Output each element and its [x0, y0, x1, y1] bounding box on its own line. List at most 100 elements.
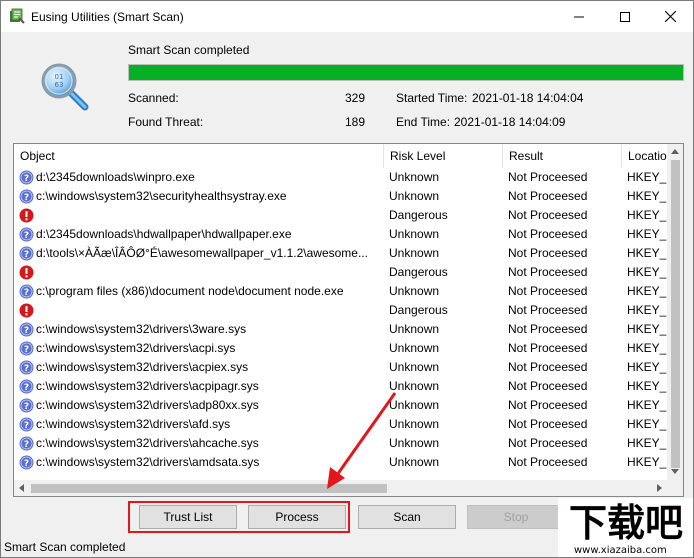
cell-location: HKEY_	[627, 341, 667, 355]
table-row[interactable]: ? c:\windows\system32\drivers\adp80xx.sys…	[14, 396, 671, 415]
scan-button[interactable]: Scan	[358, 505, 456, 529]
cell-result: Not Proceesed	[508, 189, 588, 203]
scroll-left-icon[interactable]	[19, 484, 24, 492]
end-time-label: End Time:	[396, 115, 451, 129]
column-header-risk-level[interactable]: Risk Level	[384, 144, 503, 168]
table-row[interactable]: ? c:\windows\system32\drivers\3ware.sys Un…	[14, 320, 671, 339]
table-row[interactable]: ? c:\program files (x86)\document node\do…	[14, 282, 671, 301]
table-row[interactable]: ? c:\windows\system32\drivers\acpi.sys Unk…	[14, 339, 671, 358]
cell-result: Not Proceesed	[508, 322, 588, 336]
scanned-value: 329	[344, 91, 365, 105]
cell-object: d:\2345downloads\hdwallpaper\hdwallpaper…	[36, 227, 292, 241]
cell-result: Not Proceesed	[508, 341, 588, 355]
title-bar[interactable]: Eusing Utilities (Smart Scan)	[1, 1, 693, 32]
cell-risk-level: Unknown	[389, 360, 440, 374]
window-title: Eusing Utilities (Smart Scan)	[31, 10, 184, 24]
cell-risk-level: Dangerous	[389, 303, 448, 317]
table-row[interactable]: Dangerous Not Proceesed HKEY_	[14, 263, 671, 282]
scroll-up-icon[interactable]	[671, 149, 679, 154]
table-row[interactable]: ? c:\windows\system32\drivers\acpiex.sys U…	[14, 358, 671, 377]
cell-result: Not Proceesed	[508, 246, 588, 260]
cell-risk-level: Unknown	[389, 284, 440, 298]
scan-status-title: Smart Scan completed	[128, 43, 250, 57]
results-table[interactable]: Object Risk Level Result Locatio ? d:\234…	[13, 143, 684, 497]
table-row[interactable]: ? c:\windows\system32\drivers\ahcache.sys…	[14, 434, 671, 453]
cell-location: HKEY_	[627, 303, 667, 317]
cell-object: c:\windows\system32\drivers\amdsata.sys	[36, 455, 260, 469]
maximize-button[interactable]	[602, 1, 648, 32]
cell-object: c:\windows\system32\drivers\afd.sys	[36, 417, 231, 431]
cell-result: Not Proceesed	[508, 417, 588, 431]
cell-result: Not Proceesed	[508, 208, 588, 222]
cell-object: c:\windows\system32\drivers\acpiex.sys	[36, 360, 249, 374]
svg-text:?: ?	[24, 345, 29, 355]
horizontal-scrollbar[interactable]	[14, 480, 667, 496]
table-row[interactable]: ? c:\windows\system32\drivers\amdsata.sys…	[14, 453, 671, 472]
cell-risk-level: Unknown	[389, 379, 440, 393]
svg-text:?: ?	[24, 231, 29, 241]
vertical-scrollbar[interactable]	[667, 144, 683, 480]
svg-text:?: ?	[24, 326, 29, 336]
cell-object: c:\windows\system32\drivers\acpipagr.sys	[36, 379, 259, 393]
minimize-button[interactable]	[556, 1, 602, 32]
cell-object	[36, 206, 381, 225]
cell-result: Not Proceesed	[508, 436, 588, 450]
column-header-object[interactable]: Object	[14, 144, 384, 168]
cell-location: HKEY_	[627, 208, 667, 222]
status-bar-text: Smart Scan completed	[4, 540, 126, 554]
cell-risk-level: Unknown	[389, 436, 440, 450]
cell-location: HKEY_	[627, 246, 667, 260]
cell-object: c:\program files (x86)\document node\doc…	[36, 284, 344, 298]
magnifier-scan-icon: 01 63	[41, 63, 89, 111]
svg-text:?: ?	[24, 288, 29, 298]
table-row[interactable]: ? c:\windows\system32\drivers\acpipagr.sy…	[14, 377, 671, 396]
info-icon: ?	[19, 398, 34, 413]
cell-location: HKEY_	[627, 227, 667, 241]
table-row[interactable]: ? d:\2345downloads\hdwallpaper\hdwallpape…	[14, 225, 671, 244]
cell-object	[36, 263, 381, 282]
cell-result: Not Proceesed	[508, 455, 588, 469]
info-icon: ?	[19, 379, 34, 394]
maximize-icon	[620, 11, 630, 22]
info-icon: ?	[19, 284, 34, 299]
cell-object: c:\windows\system32\drivers\ahcache.sys	[36, 436, 259, 450]
info-icon: ?	[19, 170, 34, 185]
svg-text:?: ?	[24, 193, 29, 203]
info-icon: ?	[19, 189, 34, 204]
end-time-value: 2021-01-18 14:04:09	[454, 115, 566, 129]
info-icon: ?	[19, 436, 34, 451]
cell-location: HKEY_	[627, 360, 667, 374]
scroll-down-icon[interactable]	[671, 469, 679, 474]
cell-object: d:\2345downloads\winpro.exe	[36, 170, 195, 184]
cell-result: Not Proceesed	[508, 265, 588, 279]
table-row[interactable]: Dangerous Not Proceesed HKEY_	[14, 301, 671, 320]
smart-scan-window: Eusing Utilities (Smart Scan) 01 63 Smar…	[0, 0, 694, 558]
cell-risk-level: Unknown	[389, 398, 440, 412]
table-row[interactable]: Dangerous Not Proceesed HKEY_	[14, 206, 671, 225]
cell-object: c:\windows\system32\drivers\adp80xx.sys	[36, 398, 259, 412]
cell-result: Not Proceesed	[508, 227, 588, 241]
table-row[interactable]: ? c:\windows\system32\drivers\afd.sys Unkn…	[14, 415, 671, 434]
info-icon: ?	[19, 360, 34, 375]
svg-text:?: ?	[24, 402, 29, 412]
cell-risk-level: Unknown	[389, 227, 440, 241]
watermark: 下载吧 www.xiazaiba.com	[558, 498, 693, 557]
table-row[interactable]: ? c:\windows\system32\securityhealthsystr…	[14, 187, 671, 206]
cell-location: HKEY_	[627, 265, 667, 279]
vertical-scroll-thumb[interactable]	[671, 160, 680, 468]
cell-result: Not Proceesed	[508, 170, 588, 184]
cell-object: c:\windows\system32\securityhealthsystra…	[36, 189, 287, 203]
table-row[interactable]: ? d:\2345downloads\winpro.exe Unknown Not P…	[14, 168, 671, 187]
column-header-result[interactable]: Result	[503, 144, 622, 168]
close-button[interactable]	[647, 1, 693, 32]
cell-risk-level: Unknown	[389, 341, 440, 355]
scan-progress-fill	[129, 65, 683, 80]
danger-icon	[19, 265, 34, 280]
scroll-right-icon[interactable]	[657, 484, 662, 492]
cell-location: HKEY_	[627, 170, 667, 184]
found-threat-label: Found Threat:	[128, 115, 204, 129]
horizontal-scroll-thumb[interactable]	[31, 484, 387, 493]
app-icon	[10, 8, 25, 24]
table-row[interactable]: ? d:\tools\×ÀÃæ\ÎÂÔØ°É\awesomewallpaper_v…	[14, 244, 671, 263]
close-icon	[664, 11, 676, 22]
